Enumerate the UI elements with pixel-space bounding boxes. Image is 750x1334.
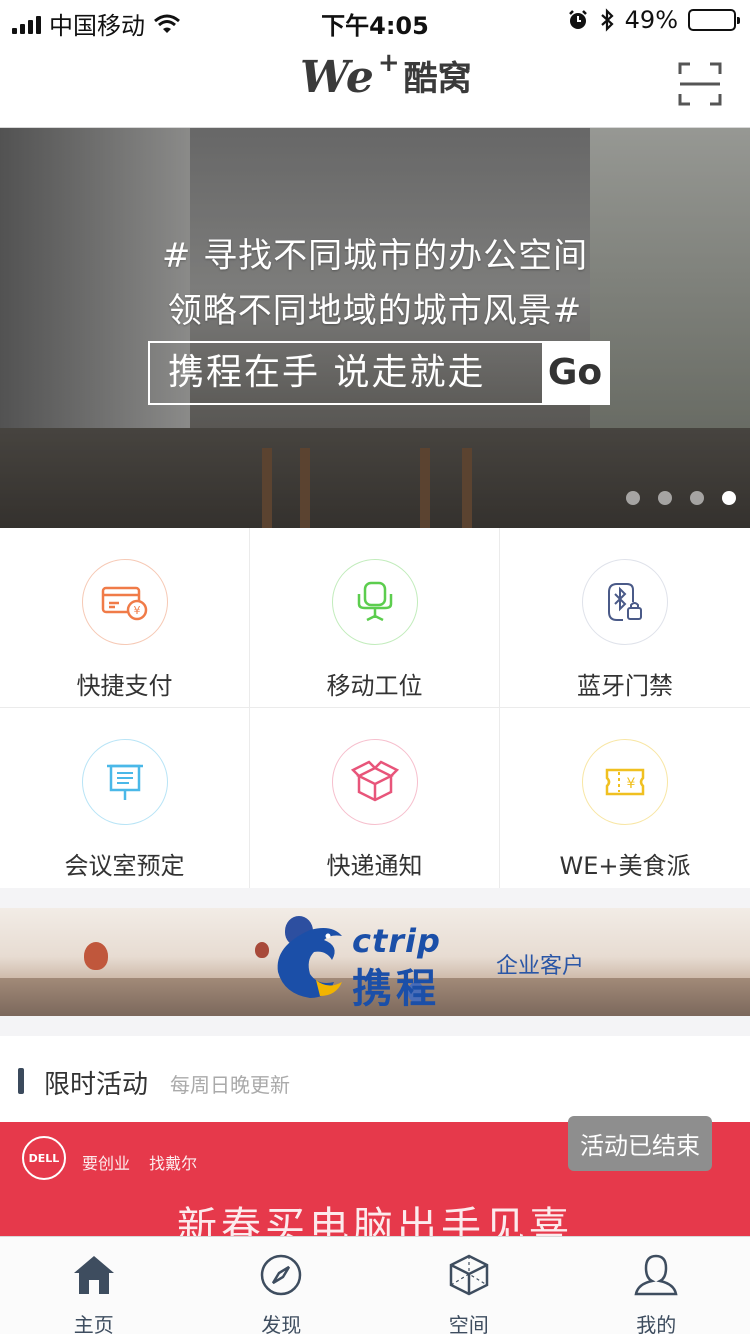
feature-label: 快捷支付 <box>76 672 173 700</box>
feature-label: 移动工位 <box>326 672 423 700</box>
svg-text:¥: ¥ <box>627 776 636 792</box>
dell-slogan: 要创业 找戴尔 <box>82 1154 198 1173</box>
feature-label: 蓝牙门禁 <box>577 672 673 700</box>
home-icon <box>73 1256 114 1294</box>
tab-home[interactable]: 主页 <box>0 1237 188 1334</box>
compass-icon <box>261 1254 302 1296</box>
feature-label: WE+美食派 <box>559 852 691 880</box>
feature-label: 会议室预定 <box>64 852 185 880</box>
go-button[interactable]: Go <box>542 343 608 403</box>
carousel-dot[interactable] <box>626 491 640 505</box>
tab-me[interactable]: 我的 <box>563 1237 750 1334</box>
package-box-icon <box>351 760 399 802</box>
svg-text:¥: ¥ <box>134 604 141 617</box>
feature-quick-pay[interactable]: ¥ 快捷支付 <box>0 528 250 708</box>
user-icon <box>634 1254 678 1296</box>
feature-food[interactable]: ¥ WE+美食派 <box>500 708 750 888</box>
payment-card-icon: ¥ <box>101 586 148 621</box>
banner-headline-2: 领略不同地域的城市风景# <box>167 291 583 331</box>
feature-grid: ¥ 快捷支付 移动工位 蓝牙门禁 会议室预定 快递通知 ¥ WE+美食派 <box>0 528 750 888</box>
tab-discover[interactable]: 发现 <box>188 1237 376 1334</box>
bluetooth-icon <box>600 8 614 32</box>
feature-meeting-room[interactable]: 会议室预定 <box>0 708 250 888</box>
tab-space[interactable]: 空间 <box>375 1237 563 1334</box>
feature-bluetooth-access[interactable]: 蓝牙门禁 <box>500 528 750 708</box>
carousel-dot[interactable] <box>722 491 736 505</box>
ctrip-name: 携程 <box>352 966 440 1012</box>
activity-section-header: 限时活动 每周日晚更新 <box>0 1036 750 1122</box>
ctrip-dolphin-logo <box>277 928 342 998</box>
feature-label: 快递通知 <box>326 852 423 880</box>
feature-parcel-notice[interactable]: 快递通知 <box>250 708 500 888</box>
dell-logo: DELL <box>22 1136 66 1180</box>
status-bar: 中国移动 下午4:05 49% <box>0 0 750 40</box>
tab-bar: 主页 发现 空间 我的 <box>0 1236 750 1334</box>
promo-title: 新春买电脑出手见喜 <box>177 1204 573 1236</box>
carousel-dot[interactable] <box>690 491 704 505</box>
office-chair-icon <box>357 581 393 622</box>
section-subtitle: 每周日晚更新 <box>170 1073 290 1097</box>
alarm-icon <box>568 10 587 29</box>
bluetooth-lock-icon <box>608 583 642 621</box>
section-accent-bar <box>18 1068 24 1094</box>
presentation-board-icon <box>107 764 143 800</box>
ctrip-wordmark: ctrip <box>352 922 441 960</box>
app-logo: We + 酷窝 <box>300 48 472 103</box>
feature-mobile-desk[interactable]: 移动工位 <box>250 528 500 708</box>
scan-icon[interactable] <box>678 62 722 106</box>
battery-percent: 49% <box>624 6 678 34</box>
status-badge: 活动已结束 <box>568 1116 712 1171</box>
banner-cta[interactable]: 携程在手 说走就走 Go <box>148 341 610 405</box>
nav-bar: We + 酷窝 <box>0 40 750 128</box>
section-title: 限时活动 <box>44 1070 149 1100</box>
battery-icon <box>688 9 740 31</box>
cube-icon <box>449 1254 488 1296</box>
promo-banner[interactable]: # 寻找不同城市的办公空间 领略不同地域的城市风景# 携程在手 说走就走 Go <box>0 128 750 528</box>
ctrip-subtitle: 企业客户 <box>496 954 585 979</box>
banner-headline-1: # 寻找不同城市的办公空间 <box>161 236 589 276</box>
carousel-indicator[interactable] <box>626 491 736 505</box>
food-ticket-icon: ¥ <box>605 768 645 796</box>
carousel-dot[interactable] <box>658 491 672 505</box>
ctrip-banner[interactable]: ctrip 携程 企业客户 <box>0 908 750 1016</box>
cta-text: 携程在手 说走就走 <box>168 352 486 393</box>
